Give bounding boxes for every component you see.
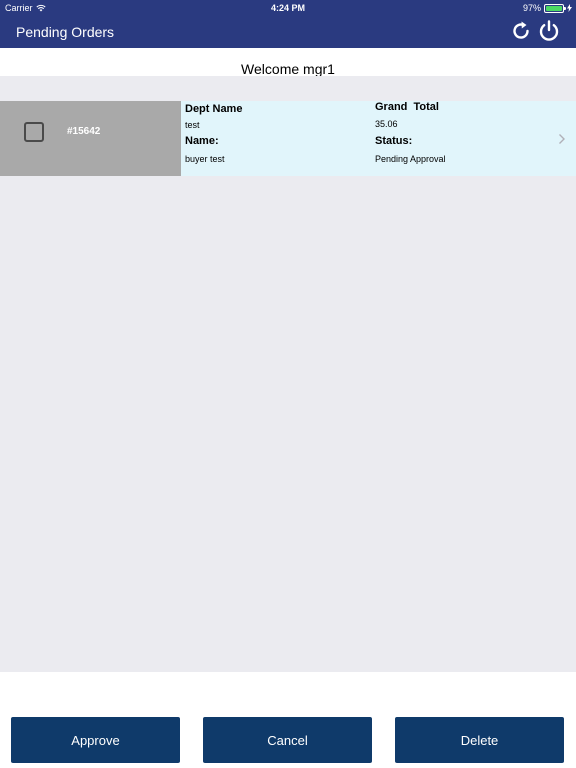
refresh-icon[interactable] — [510, 20, 532, 42]
chevron-right-icon — [559, 134, 565, 144]
dept-name-label: Dept Name — [185, 103, 243, 115]
battery-icon — [544, 3, 566, 13]
clock: 4:24 PM — [270, 3, 305, 13]
battery-info: 97% — [523, 3, 572, 13]
power-icon[interactable] — [538, 20, 560, 42]
battery-fill — [546, 5, 562, 11]
charging-icon — [567, 4, 572, 12]
battery-percent: 97% — [522, 3, 541, 13]
status-label: Status: — [375, 135, 413, 147]
welcome-text: Welcome mgr1 — [241, 61, 335, 77]
order-details[interactable]: Dept Name test Name: buyer test Grand To… — [181, 101, 576, 176]
order-checkbox[interactable] — [24, 122, 44, 142]
delete-button[interactable]: Delete — [395, 717, 564, 763]
dept-name-value: test — [185, 120, 200, 130]
page-title: Pending Orders — [16, 24, 115, 40]
order-number: #15642 — [67, 126, 101, 137]
cancel-button[interactable]: Cancel — [203, 717, 372, 763]
name-label: Name: — [185, 135, 219, 147]
order-selector: #15642 — [0, 101, 181, 176]
navigation-bar: Carrier 4:24 PM 97% Pending Orders — [0, 0, 576, 48]
status-bar: Carrier 4:24 PM 97% — [0, 0, 576, 16]
welcome-header: Welcome mgr1 — [0, 48, 576, 77]
approve-button[interactable]: Approve — [11, 717, 180, 763]
action-bar: Approve Cancel Delete — [0, 672, 576, 768]
order-row[interactable]: #15642 Dept Name test Name: buyer test G… — [0, 101, 576, 176]
name-value: buyer test — [185, 154, 225, 164]
status-value: Pending Approval — [375, 154, 446, 164]
grand-total-label: Grand Total — [375, 101, 439, 113]
orders-list[interactable]: #15642 Dept Name test Name: buyer test G… — [0, 76, 576, 672]
grand-total-value: 35.06 — [375, 119, 398, 129]
